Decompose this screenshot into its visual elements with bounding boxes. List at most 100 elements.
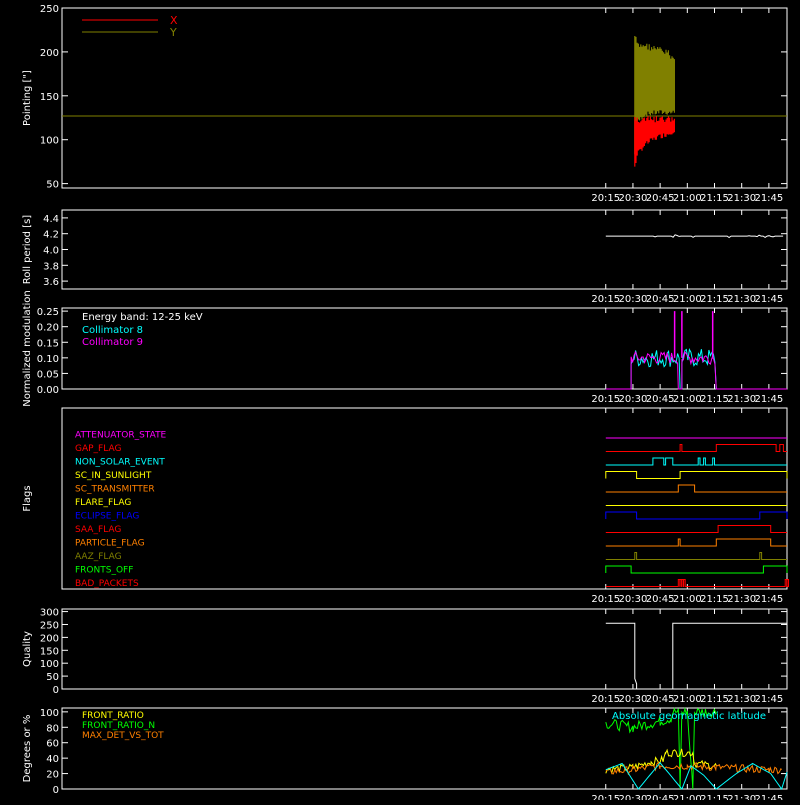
x-tick-label: 21:00	[673, 594, 702, 605]
x-tick-label: 21:45	[754, 294, 783, 305]
x-tick-label: 21:15	[700, 394, 729, 405]
y-tick-label-modulation: 0.00	[37, 385, 59, 396]
flag-trace-aaz_flag	[605, 552, 787, 560]
flag-label-aaz_flag: AAZ_FLAG	[75, 552, 122, 562]
y-tick-label-ratios: 40	[46, 754, 59, 765]
x-tick-label: 20:30	[619, 193, 648, 204]
y-tick-label-modulation: 0.05	[37, 369, 59, 380]
y-tick-label-pointing: 250	[40, 4, 59, 15]
ratios-right-legend: Absolute geomagnetic latitude	[612, 711, 766, 722]
flag-trace-particle_flag	[605, 538, 787, 547]
flag-label-particle_flag: PARTICLE_FLAG	[75, 539, 145, 549]
roll-period-series	[605, 234, 784, 239]
x-tick-label: 21:30	[727, 794, 756, 800]
x-tick-label: 21:45	[754, 694, 783, 705]
y-tick-label-quality: 250	[40, 620, 59, 631]
modulation-legend-1: Collimator 9	[82, 337, 143, 348]
panel-frame-flags	[61, 407, 788, 590]
pointing-series-X	[634, 116, 675, 167]
x-tick-label: 21:00	[673, 694, 702, 705]
modulation-series-collimator-9	[605, 350, 787, 390]
x-tick-label: 21:00	[673, 193, 702, 204]
y-tick-label-roll-period: 4.4	[43, 214, 59, 225]
x-tick-label: 21:30	[727, 193, 756, 204]
y-axis-label-ratios: Degrees or %	[22, 715, 33, 783]
quality-series	[605, 622, 787, 690]
flag-label-flare_flag: FLARE_FLAG	[75, 498, 131, 508]
modulation-legend-0: Collimator 8	[82, 325, 143, 336]
x-tick-label: 20:30	[619, 594, 648, 605]
x-tick-label: 21:15	[700, 193, 729, 204]
ratio-series-1	[605, 748, 717, 775]
x-tick-label: 20:45	[646, 394, 675, 405]
flag-label-sc_transmitter: SC_TRANSMITTER	[75, 485, 155, 495]
x-tick-label: 20:15	[591, 594, 620, 605]
x-tick-label: 21:15	[700, 594, 729, 605]
flag-label-bad_packets: BAD_PACKETS	[75, 579, 139, 589]
x-tick-label: 20:30	[619, 394, 648, 405]
y-axis-label-modulation: Normalized modulation	[22, 290, 33, 407]
y-tick-label-roll-period: 4.2	[43, 230, 59, 241]
y-tick-label-quality: 300	[40, 608, 59, 619]
flag-trace-non_solar_event	[605, 457, 787, 466]
x-tick-label: 21:00	[673, 794, 702, 800]
x-tick-label: 20:15	[591, 694, 620, 705]
x-tick-label: 20:45	[646, 193, 675, 204]
y-tick-label-roll-period: 3.6	[43, 277, 59, 288]
ratios-legend-0: FRONT_RATIO	[82, 711, 144, 721]
multi-panel-chart: 20:1520:3020:4521:0021:1521:3021:45Point…	[22, 4, 789, 805]
flag-label-eclipse_flag: ECLIPSE_FLAG	[75, 512, 139, 522]
x-tick-label: 21:00	[673, 294, 702, 305]
flag-label-gap_flag: GAP_FLAG	[75, 444, 121, 454]
modulation-annotation: Energy band: 12-25 keV	[82, 312, 203, 323]
x-tick-label: 20:45	[646, 594, 675, 605]
flag-trace-saa_flag	[605, 525, 787, 533]
x-tick-label: 20:45	[646, 294, 675, 305]
y-tick-label-quality: 100	[40, 659, 59, 670]
y-tick-label-modulation: 0.15	[37, 338, 59, 349]
flag-trace-sc_in_sunlight	[605, 471, 788, 479]
y-tick-label-ratios: 20	[46, 770, 59, 781]
flag-trace-eclipse_flag	[605, 511, 788, 520]
flag-label-sc_in_sunlight: SC_IN_SUNLIGHT	[75, 471, 152, 481]
x-tick-label: 20:15	[591, 294, 620, 305]
flag-trace-sc_transmitter	[605, 484, 787, 493]
x-tick-label: 20:15	[591, 394, 620, 405]
x-tick-label: 20:15	[591, 193, 620, 204]
y-axis-label-pointing: Pointing ["]	[22, 70, 33, 126]
y-tick-label-roll-period: 4.0	[43, 246, 59, 257]
x-tick-label: 20:45	[646, 794, 675, 800]
x-tick-label: 20:30	[619, 794, 648, 800]
x-tick-label: 20:15	[591, 794, 620, 800]
x-tick-label: 21:15	[700, 694, 729, 705]
panel-frame-roll-period	[61, 209, 788, 290]
y-tick-label-pointing: 200	[40, 48, 59, 59]
flag-label-fronts_off: FRONTS_OFF	[75, 566, 133, 576]
x-tick-label: 21:45	[754, 794, 783, 800]
panel-frame-quality	[61, 608, 788, 690]
ratios-legend-1: FRONT_RATIO_N	[82, 721, 155, 731]
y-tick-label-quality: 0	[53, 685, 59, 696]
legend-label-Y: Y	[169, 26, 177, 39]
x-tick-label: 21:30	[727, 294, 756, 305]
y-axis-label-flags: Flags	[22, 485, 33, 511]
y-tick-label-quality: 200	[40, 633, 59, 644]
x-tick-label: 21:45	[754, 394, 783, 405]
x-tick-label: 21:30	[727, 594, 756, 605]
y-tick-label-quality: 150	[40, 646, 59, 657]
x-tick-label: 21:30	[727, 394, 756, 405]
x-tick-label: 20:30	[619, 694, 648, 705]
x-tick-label: 21:15	[700, 294, 729, 305]
y-tick-label-modulation: 0.10	[37, 354, 59, 365]
chart-stage: 20:15 20:30 20:45 21:00 21:15 21:30 21:45 Point…	[0, 0, 800, 805]
flag-label-saa_flag: SAA_FLAG	[75, 525, 121, 535]
y-tick-label-modulation: 0.20	[37, 323, 59, 334]
flag-trace-gap_flag	[605, 444, 787, 452]
flag-label-attenuator_state: ATTENUATOR_STATE	[75, 431, 167, 441]
y-tick-label-quality: 50	[46, 672, 59, 683]
x-tick-label: 21:45	[754, 594, 783, 605]
y-axis-label-roll-period: Roll period [s]	[22, 215, 33, 284]
x-tick-label: 21:00	[673, 394, 702, 405]
y-axis-label-quality: Quality	[22, 631, 33, 667]
y-tick-label-ratios: 100	[40, 708, 59, 719]
